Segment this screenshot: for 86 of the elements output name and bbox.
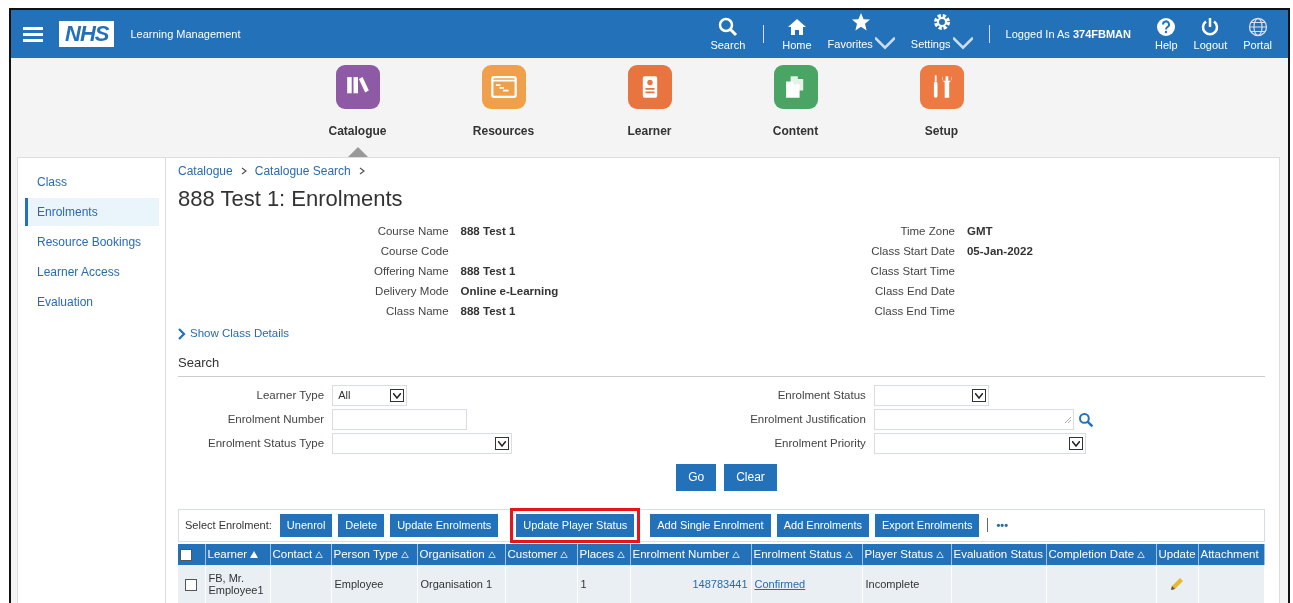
module-link[interactable]: Learner (576, 58, 723, 157)
breadcrumb-link[interactable]: Catalogue (178, 162, 233, 180)
toolbar-button[interactable]: Update Enrolments (390, 513, 499, 537)
sidebar-item[interactable]: Resource Bookings (25, 228, 159, 256)
star-icon (851, 12, 872, 32)
nhs-logo: NHS (59, 21, 115, 47)
field-value: 888 Test 1 (460, 304, 517, 319)
more-actions-link[interactable]: ••• (996, 516, 1008, 534)
table-cell: Organisation 1 (420, 577, 493, 590)
sidebar-item[interactable]: Enrolments (25, 198, 159, 226)
dropdown-field[interactable] (873, 385, 989, 407)
table-link[interactable]: Confirmed (754, 577, 806, 590)
field-value: Online e-Learning (460, 284, 560, 299)
toolbar-button[interactable]: Delete (338, 513, 385, 537)
clear-button[interactable]: Clear (724, 464, 777, 491)
go-button[interactable]: Go (676, 464, 717, 491)
dropdown-field[interactable] (332, 433, 513, 455)
globe-icon (1247, 16, 1268, 37)
module-link[interactable]: Resources (430, 58, 577, 157)
portal-link[interactable]: Portal (1235, 16, 1280, 52)
checkbox[interactable] (180, 548, 192, 561)
field-label: Course Code (379, 244, 449, 259)
section-heading: Search (178, 352, 1265, 378)
table-link[interactable]: 148783441 (692, 577, 748, 590)
breadcrumb-link[interactable]: Catalogue Search (254, 162, 351, 180)
login-text: Logged In As 374FBMAN (1005, 26, 1131, 42)
table-cell: Incomplete (865, 577, 920, 590)
toolbar-button[interactable]: Export Enrolments (874, 513, 980, 537)
resize-icon (1064, 416, 1071, 423)
sidebar-item[interactable]: Evaluation (25, 288, 159, 316)
chevron-icon (358, 167, 365, 175)
field-value: 05-Jan-2022 (966, 244, 1034, 259)
field-label: Learner Type (255, 388, 325, 403)
module-link[interactable]: Content (722, 58, 869, 157)
field-label: Class End Date (874, 284, 955, 299)
input-field[interactable] (332, 409, 468, 431)
home-icon (786, 16, 807, 37)
checkbox[interactable] (185, 578, 198, 591)
logout-link[interactable]: Logout (1185, 16, 1236, 52)
field-label: Class End Time (873, 304, 955, 319)
toolbar-button[interactable]: Add Single Enrolment (650, 513, 771, 537)
field-label: Enrolment Status (776, 388, 866, 403)
menu-icon (23, 26, 43, 42)
settings-link[interactable]: Settings (902, 12, 981, 56)
toolbar-button[interactable]: Update Player Status (510, 507, 641, 543)
toolbar-button[interactable]: Unenrol (279, 513, 333, 537)
field-value: 888 Test 1 (460, 224, 517, 239)
search-icon (1077, 411, 1094, 428)
chevron-icon (240, 167, 247, 175)
table-cell: FB, Mr. Employee1 (208, 571, 264, 596)
pencil-icon[interactable] (1169, 575, 1185, 592)
power-icon (1200, 16, 1221, 37)
field-label: Class Name (384, 304, 449, 319)
sidebar-item[interactable]: Learner Access (25, 258, 159, 286)
dropdown-field[interactable] (873, 433, 1086, 455)
field-label: Class Start Time (870, 264, 955, 279)
dropdown-field[interactable]: All (332, 385, 408, 407)
toolbar-button[interactable]: Add Enrolments (776, 513, 869, 537)
table-cell: Employee (334, 577, 384, 590)
field-label: Enrolment Number (226, 412, 325, 427)
help-link[interactable]: Help (1146, 16, 1186, 52)
table-cell: 1 (580, 577, 587, 590)
field-label: Enrolment Justification (750, 412, 866, 427)
gear-icon (931, 12, 952, 32)
help-icon (1156, 16, 1177, 37)
page-title: 888 Test 1: Enrolments (178, 185, 404, 213)
field-value: GMT (966, 224, 994, 239)
field-label: Class Start Date (870, 244, 955, 259)
sidebar-item[interactable]: Class (25, 168, 159, 196)
favorites-link[interactable]: Favorites (819, 12, 903, 56)
field-label: Time Zone (899, 224, 955, 239)
show-details-link[interactable]: Show Class Details (178, 325, 290, 343)
toolbar-label: Select Enrolment: (185, 517, 272, 533)
home-link[interactable]: Home (774, 16, 820, 52)
chevron-icon (178, 327, 186, 340)
module-link[interactable]: Setup (868, 58, 1015, 157)
app-title: Learning Management (130, 26, 241, 42)
field-label: Enrolment Status Type (208, 436, 325, 451)
lookup-field[interactable] (873, 409, 1074, 431)
field-label: Delivery Mode (374, 284, 449, 299)
field-label: Offering Name (374, 264, 449, 279)
field-value: 888 Test 1 (460, 264, 517, 279)
search-icon (717, 16, 738, 37)
field-label: Enrolment Priority (773, 436, 866, 451)
search-link[interactable]: Search (702, 16, 754, 52)
field-label: Course Name (376, 224, 449, 239)
